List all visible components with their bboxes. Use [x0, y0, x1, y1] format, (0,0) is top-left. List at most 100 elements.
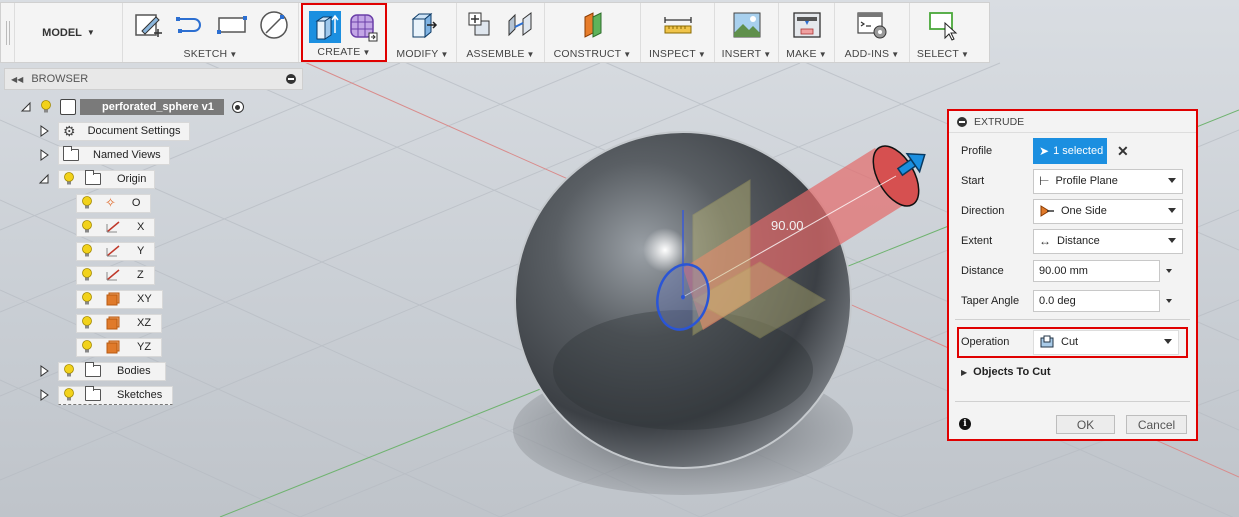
expanded-triangle-icon[interactable] [20, 101, 32, 113]
expand-triangle-icon[interactable]: ▶ [961, 368, 967, 377]
extrude-icon[interactable] [309, 11, 341, 43]
tree-item-xz-plane[interactable]: XZ [76, 313, 163, 333]
expanded-triangle-icon[interactable] [38, 173, 50, 185]
start-label: Start [961, 175, 985, 187]
dialog-collapse-icon[interactable] [957, 116, 967, 127]
dialog-title: EXTRUDE [974, 115, 1025, 128]
activate-radio-icon[interactable] [231, 101, 244, 113]
tree-item-label: Sketches [117, 389, 163, 401]
visibility-bulb-icon[interactable] [40, 100, 52, 114]
assemble-group: ASSEMBLE ▼ [457, 3, 545, 62]
toolbar-grip[interactable] [1, 3, 15, 62]
select-menu[interactable]: SELECT ▼ [917, 48, 969, 60]
operation-dropdown[interactable]: Cut [1033, 329, 1179, 355]
create-menu[interactable]: CREATE ▼ [317, 46, 370, 58]
collapsed-triangle-icon[interactable] [38, 389, 50, 401]
insert-menu[interactable]: INSERT ▼ [722, 48, 772, 60]
origin-point-icon: ✧ [105, 195, 116, 210]
extent-dropdown[interactable]: ↔ Distance [1033, 228, 1183, 254]
visibility-bulb-icon[interactable] [81, 244, 93, 258]
tree-item-sketches[interactable]: Sketches [38, 385, 174, 405]
visibility-bulb-icon[interactable] [81, 316, 93, 330]
tree-item-bodies[interactable]: Bodies [38, 361, 166, 381]
start-dropdown[interactable]: ⊢ Profile Plane [1033, 168, 1183, 194]
modify-menu[interactable]: MODIFY ▼ [396, 48, 448, 60]
browser-minimize-icon[interactable] [286, 74, 296, 84]
inspect-menu[interactable]: INSPECT ▼ [649, 48, 706, 60]
profile-select-button[interactable]: ➤ 1 selected [1033, 138, 1107, 164]
tree-item-document-settings[interactable]: ⚙ Document Settings [38, 121, 190, 141]
plane-icon [106, 292, 120, 306]
dialog-header[interactable]: EXTRUDE [949, 111, 1196, 133]
visibility-bulb-icon[interactable] [81, 220, 93, 234]
dialog-footer-divider [955, 401, 1190, 402]
plane-icon [106, 340, 120, 354]
cancel-button[interactable]: Cancel [1126, 415, 1187, 434]
create-sketch-icon[interactable] [132, 9, 164, 41]
visibility-bulb-icon[interactable] [81, 292, 93, 306]
add-ins-menu[interactable]: ADD-INS ▼ [845, 48, 900, 60]
visibility-bulb-icon[interactable] [63, 172, 75, 186]
offset-plane-icon[interactable] [577, 9, 609, 41]
press-pull-icon[interactable] [407, 9, 439, 41]
plane-icon [106, 316, 120, 330]
clear-selection-icon[interactable]: ✕ [1117, 143, 1129, 160]
3d-print-icon[interactable] [791, 9, 823, 41]
objects-to-cut-row[interactable]: ▶ Objects To Cut [961, 359, 1051, 385]
collapsed-triangle-icon[interactable] [38, 125, 50, 137]
visibility-bulb-icon[interactable] [63, 364, 75, 378]
workspace-switcher[interactable]: MODEL ▼ [15, 3, 123, 62]
tree-item-yz-plane[interactable]: YZ [76, 337, 163, 357]
distance-input[interactable]: 90.00 mm [1033, 260, 1160, 282]
rectangle-icon[interactable] [216, 9, 248, 41]
chevron-down-icon [1168, 207, 1176, 213]
visibility-bulb-icon[interactable] [81, 196, 93, 210]
folder-icon [85, 362, 101, 377]
tree-item-y-axis[interactable]: Y [76, 241, 156, 261]
distance-dropdown-icon[interactable] [1166, 269, 1172, 273]
make-menu[interactable]: MAKE ▼ [786, 48, 827, 60]
tree-root-row[interactable]: perforated_sphere v1 [20, 97, 244, 117]
tree-item-z-axis[interactable]: Z [76, 265, 155, 285]
collapsed-triangle-icon[interactable] [38, 365, 50, 377]
browser-header[interactable]: ◀◀ BROWSER [4, 68, 303, 90]
visibility-bulb-icon[interactable] [63, 388, 75, 402]
ok-button[interactable]: OK [1056, 415, 1115, 434]
create-group: CREATE ▼ [301, 3, 387, 62]
direction-dropdown[interactable]: One Side [1033, 198, 1183, 224]
tree-item-x-axis[interactable]: X [76, 217, 156, 237]
line-icon[interactable] [174, 9, 206, 41]
folder-icon [85, 386, 101, 401]
joint-icon[interactable] [505, 9, 537, 41]
folder-icon [63, 146, 79, 161]
cut-icon [1040, 335, 1054, 348]
tree-item-named-views[interactable]: Named Views [38, 145, 170, 165]
form-icon[interactable] [347, 11, 379, 43]
construct-menu[interactable]: CONSTRUCT ▼ [554, 48, 632, 60]
chevron-down-icon [1168, 237, 1176, 243]
dialog-divider [955, 319, 1190, 320]
assemble-menu[interactable]: ASSEMBLE ▼ [466, 48, 534, 60]
tree-item-xy-plane[interactable]: XY [76, 289, 163, 309]
window-select-icon[interactable] [927, 9, 959, 41]
info-icon[interactable]: i [959, 418, 971, 430]
collapsed-triangle-icon[interactable] [38, 149, 50, 161]
measure-icon[interactable] [662, 9, 694, 41]
axis-icon [106, 221, 120, 233]
visibility-bulb-icon[interactable] [81, 340, 93, 354]
taper-dropdown-icon[interactable] [1166, 299, 1172, 303]
scripts-addins-icon[interactable] [856, 9, 888, 41]
direction-label: Direction [961, 205, 1005, 217]
one-side-icon [1040, 205, 1054, 217]
visibility-bulb-icon[interactable] [81, 268, 93, 282]
tree-item-origin[interactable]: Origin [38, 169, 156, 189]
circle-icon[interactable] [258, 9, 290, 41]
insert-image-icon[interactable] [731, 9, 763, 41]
taper-angle-input[interactable]: 0.0 deg [1033, 290, 1160, 312]
browser-collapse-icon[interactable]: ◀◀ [11, 75, 23, 84]
tree-item-origin-point[interactable]: ✧ O [76, 193, 152, 213]
new-component-icon[interactable] [465, 9, 497, 41]
sketch-menu[interactable]: SKETCH ▼ [184, 48, 238, 60]
extent-row: Extent ↔ Distance [961, 228, 1183, 254]
axis-icon [106, 269, 120, 281]
